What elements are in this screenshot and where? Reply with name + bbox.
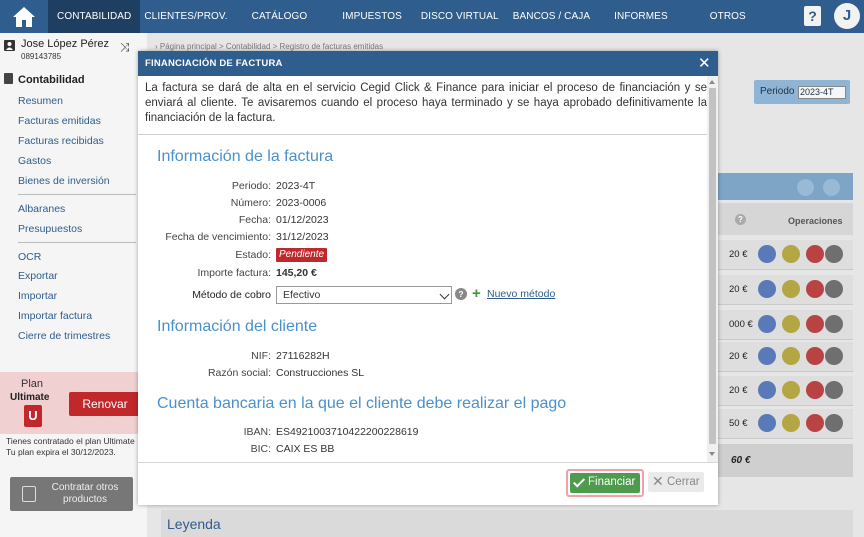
numero-label: Número: xyxy=(230,197,271,209)
dialog-title: FINANCIACIÓN DE FACTURA xyxy=(145,58,283,69)
plus-icon[interactable]: + xyxy=(472,286,481,301)
invoice-info-title: Información de la factura xyxy=(157,148,334,165)
vencimiento-label: Fecha de vencimiento: xyxy=(165,231,271,243)
fecha-label: Fecha: xyxy=(238,214,271,226)
bic-value: CAIX ES BB xyxy=(276,443,335,455)
client-info-title: Información del cliente xyxy=(157,318,318,335)
dialog-scrollbar[interactable] xyxy=(707,76,718,462)
help-icon[interactable]: ? xyxy=(455,288,467,300)
importe-label: Importe factura: xyxy=(197,267,271,279)
financiar-button-focus: Financiar xyxy=(566,469,644,497)
dialog-intro: La factura se dará de alta en el servici… xyxy=(145,82,707,124)
new-method-link[interactable]: Nuevo método xyxy=(487,288,555,300)
fecha-value: 01/12/2023 xyxy=(276,214,329,226)
iban-value: ES4921003710422200228619 xyxy=(276,426,419,438)
close-icon: ✕ xyxy=(652,473,664,489)
financiar-button[interactable]: Financiar xyxy=(570,473,640,493)
bic-label: BIC: xyxy=(250,443,271,455)
close-icon[interactable]: ✕ xyxy=(698,54,711,72)
nif-value: 27116282H xyxy=(276,350,330,362)
check-icon xyxy=(572,475,586,488)
status-badge: Pendiente xyxy=(276,248,328,262)
cerrar-button[interactable]: ✕ Cerrar xyxy=(648,472,704,492)
importe-value: 145,20 € xyxy=(276,267,317,279)
divider xyxy=(138,134,708,135)
nif-label: NIF: xyxy=(251,350,271,362)
scroll-thumb[interactable] xyxy=(709,88,716,444)
razon-social-value: Construcciones SL xyxy=(276,367,365,379)
numero-value: 2023-0006 xyxy=(276,197,327,209)
financing-dialog: FINANCIACIÓN DE FACTURA ✕ La factura se … xyxy=(138,51,718,505)
chevron-down-icon xyxy=(439,289,450,300)
scroll-down-icon[interactable] xyxy=(709,452,715,456)
metodo-cobro-label: Método de cobro xyxy=(192,289,271,301)
scroll-up-icon[interactable] xyxy=(709,80,715,84)
periodo-label: Periodo: xyxy=(231,180,271,192)
metodo-cobro-select[interactable]: Efectivo xyxy=(276,286,452,304)
razon-social-label: Razón social: xyxy=(207,367,271,379)
vencimiento-value: 31/12/2023 xyxy=(276,231,329,243)
periodo-value: 2023-4T xyxy=(276,180,316,192)
iban-label: IBAN: xyxy=(243,426,271,438)
estado-label: Estado: xyxy=(235,249,271,261)
bank-account-title: Cuenta bancaria en la que el cliente deb… xyxy=(157,395,567,412)
dialog-header: FINANCIACIÓN DE FACTURA ✕ xyxy=(138,51,718,76)
divider xyxy=(138,462,718,463)
